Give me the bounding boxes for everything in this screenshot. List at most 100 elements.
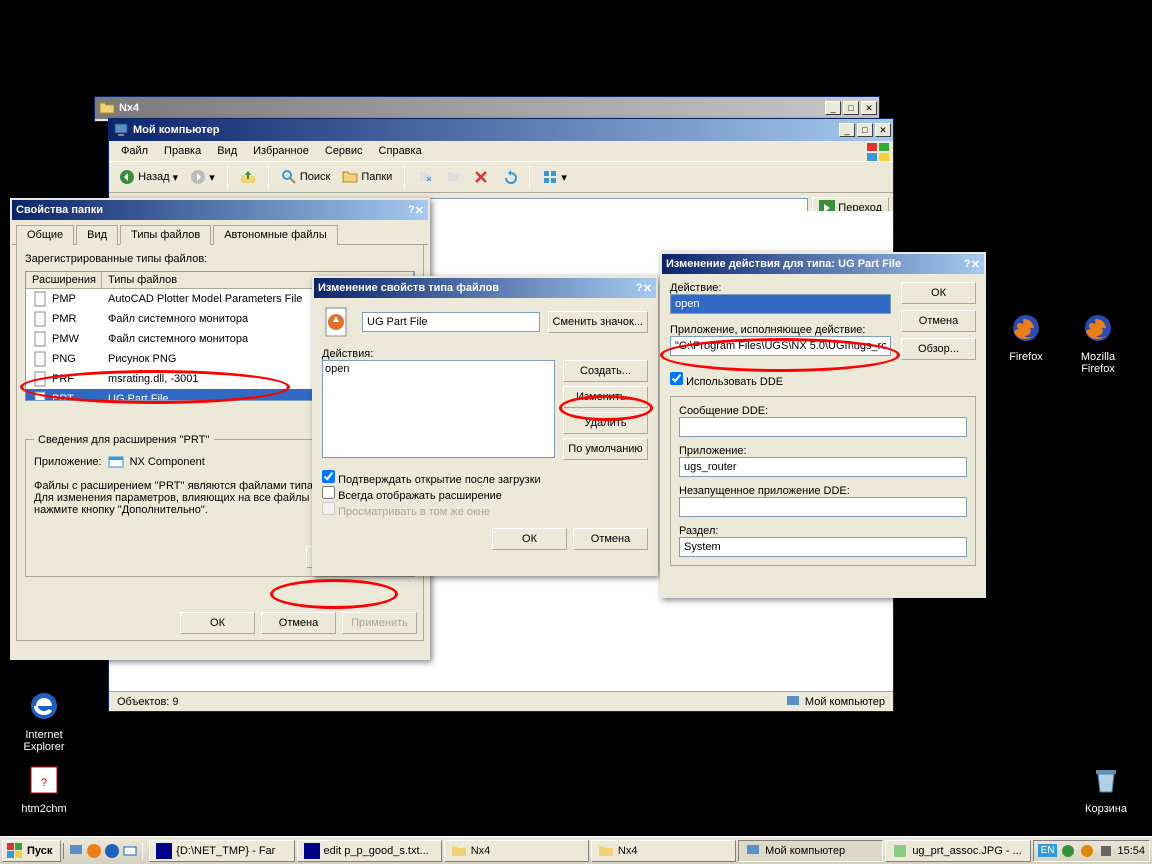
app-input[interactable] (670, 336, 891, 356)
ok-button[interactable]: ОК (180, 612, 255, 634)
tray-icon-2[interactable] (1079, 843, 1095, 859)
ok-button[interactable]: ОК (492, 528, 567, 550)
titlebar[interactable]: Свойства папки ? ✕ (12, 200, 428, 220)
ql-desktop-icon[interactable] (68, 843, 84, 859)
usedde-checkbox[interactable]: Использовать DDE (670, 376, 783, 388)
close-button[interactable]: ✕ (875, 123, 891, 137)
back-button[interactable]: Назад ▾ (115, 167, 182, 187)
tab-strip: Общие Вид Типы файлов Автономные файлы (12, 220, 428, 245)
close-button[interactable]: ✕ (643, 282, 652, 295)
clock[interactable]: 15:54 (1117, 845, 1145, 857)
section-input[interactable] (679, 537, 967, 557)
showext-checkbox[interactable]: Всегда отображать расширение (322, 490, 502, 502)
tab-filetypes[interactable]: Типы файлов (120, 225, 211, 245)
menu-fav[interactable]: Избранное (245, 143, 317, 159)
apply-button[interactable]: Применить (342, 612, 417, 634)
help-button[interactable]: ? (636, 282, 643, 294)
undo-button[interactable] (497, 167, 521, 187)
quick-launch (63, 843, 143, 859)
icon-label: Internet Explorer (14, 729, 74, 753)
tray-icon-3[interactable] (1098, 843, 1114, 859)
ql-firefox-icon[interactable] (86, 843, 102, 859)
menu-file[interactable]: Файл (113, 143, 156, 159)
task-image[interactable]: ug_prt_assoc.JPG - ... (885, 840, 1030, 862)
desktop-icon-htm2chm[interactable]: ? htm2chm (14, 764, 74, 815)
action-new-button[interactable]: Создать... (563, 360, 648, 382)
menu-help[interactable]: Справка (371, 143, 430, 159)
delete-button[interactable] (469, 167, 493, 187)
tab-offline[interactable]: Автономные файлы (213, 225, 338, 245)
titlebar[interactable]: Изменение свойств типа файлов ? ✕ (314, 278, 656, 298)
task-far[interactable]: {D:\NET_TMP} - Far (149, 840, 294, 862)
start-button[interactable]: Пуск (2, 840, 61, 862)
actions-label: Действия: (322, 348, 648, 360)
search-button[interactable]: Поиск (277, 167, 335, 187)
menu-edit[interactable]: Правка (156, 143, 209, 159)
task-nx4a[interactable]: Nx4 (444, 840, 589, 862)
task-mycomputer[interactable]: Мой компьютер (738, 840, 883, 862)
close-button[interactable]: ✕ (415, 204, 424, 217)
action-edit-button[interactable]: Изменить... (563, 386, 648, 408)
action-open[interactable]: open (325, 363, 552, 375)
action-input[interactable] (670, 294, 891, 314)
folders-button[interactable]: Папки (338, 167, 396, 187)
actions-list[interactable]: open (322, 360, 555, 458)
dde-topic-input[interactable] (679, 497, 967, 517)
ql-ie-icon[interactable] (104, 843, 120, 859)
lang-indicator[interactable]: EN (1038, 844, 1058, 857)
desktop-icon-firefox1[interactable]: Firefox (996, 312, 1056, 363)
action-delete-button[interactable]: Удалить (563, 412, 648, 434)
status-zone: Мой компьютер (785, 694, 885, 710)
tab-view[interactable]: Вид (76, 225, 118, 245)
views-button[interactable]: ▾ (538, 167, 571, 187)
maximize-button[interactable]: □ (857, 123, 873, 137)
up-button[interactable] (236, 167, 260, 187)
action-default-button[interactable]: По умолчанию (563, 438, 648, 460)
ql-oe-icon[interactable] (122, 843, 138, 859)
copy-button[interactable] (441, 167, 465, 187)
maximize-button[interactable]: □ (843, 101, 859, 115)
titlebar[interactable]: Nx4 _ □ ✕ (95, 97, 879, 119)
task-edit[interactable]: edit p_p_good_s.txt... (297, 840, 442, 862)
details-legend: Сведения для расширения ''PRT'' (34, 434, 214, 446)
computer-icon (113, 122, 129, 138)
dde-msg-input[interactable] (679, 417, 967, 437)
changeicon-button[interactable]: Сменить значок... (548, 311, 649, 333)
typename-input[interactable] (362, 312, 540, 332)
registered-types-label: Зарегистрированные типы файлов: (25, 253, 415, 265)
tab-general[interactable]: Общие (16, 225, 74, 245)
help-button[interactable]: ? (408, 204, 415, 216)
svg-text:?: ? (41, 777, 47, 789)
windows-icon (7, 843, 23, 859)
help-button[interactable]: ? (964, 258, 971, 270)
close-button[interactable]: ✕ (861, 101, 877, 115)
menu-tools[interactable]: Сервис (317, 143, 371, 159)
dialog-title-text: Изменение действия для типа: UG Part Fil… (666, 258, 901, 270)
titlebar[interactable]: Мой компьютер _ □ ✕ (109, 119, 893, 141)
col-ext[interactable]: Расширения (26, 272, 102, 288)
minimize-button[interactable]: _ (825, 101, 841, 115)
tray-icon-1[interactable] (1060, 843, 1076, 859)
menubar: Файл Правка Вид Избранное Сервис Справка (109, 141, 893, 161)
minimize-button[interactable]: _ (839, 123, 855, 137)
cancel-button[interactable]: Отмена (573, 528, 648, 550)
desktop-icon-ie[interactable]: Internet Explorer (14, 690, 74, 753)
desktop-icon-firefox2[interactable]: Mozilla Firefox (1068, 312, 1128, 375)
menu-view[interactable]: Вид (209, 143, 245, 159)
close-button[interactable]: ✕ (971, 258, 980, 271)
task-nx4b[interactable]: Nx4 (591, 840, 736, 862)
titlebar[interactable]: Изменение действия для типа: UG Part Fil… (662, 254, 984, 274)
cancel-button[interactable]: Отмена (901, 310, 976, 332)
move-button[interactable] (413, 167, 437, 187)
dialog-title-text: Изменение свойств типа файлов (318, 282, 499, 294)
desktop-icon-trash[interactable]: Корзина (1076, 764, 1136, 815)
browse-button[interactable]: Обзор... (901, 338, 976, 360)
cancel-button[interactable]: Отмена (261, 612, 336, 634)
start-label: Пуск (27, 845, 52, 857)
dde-app-input[interactable] (679, 457, 967, 477)
forward-button[interactable]: ▾ (186, 167, 219, 187)
app-label: Приложение: (34, 456, 102, 468)
icon-label: Firefox (996, 351, 1056, 363)
confirm-checkbox[interactable]: Подтверждать открытие после загрузки (322, 474, 541, 486)
ok-button[interactable]: ОК (901, 282, 976, 304)
